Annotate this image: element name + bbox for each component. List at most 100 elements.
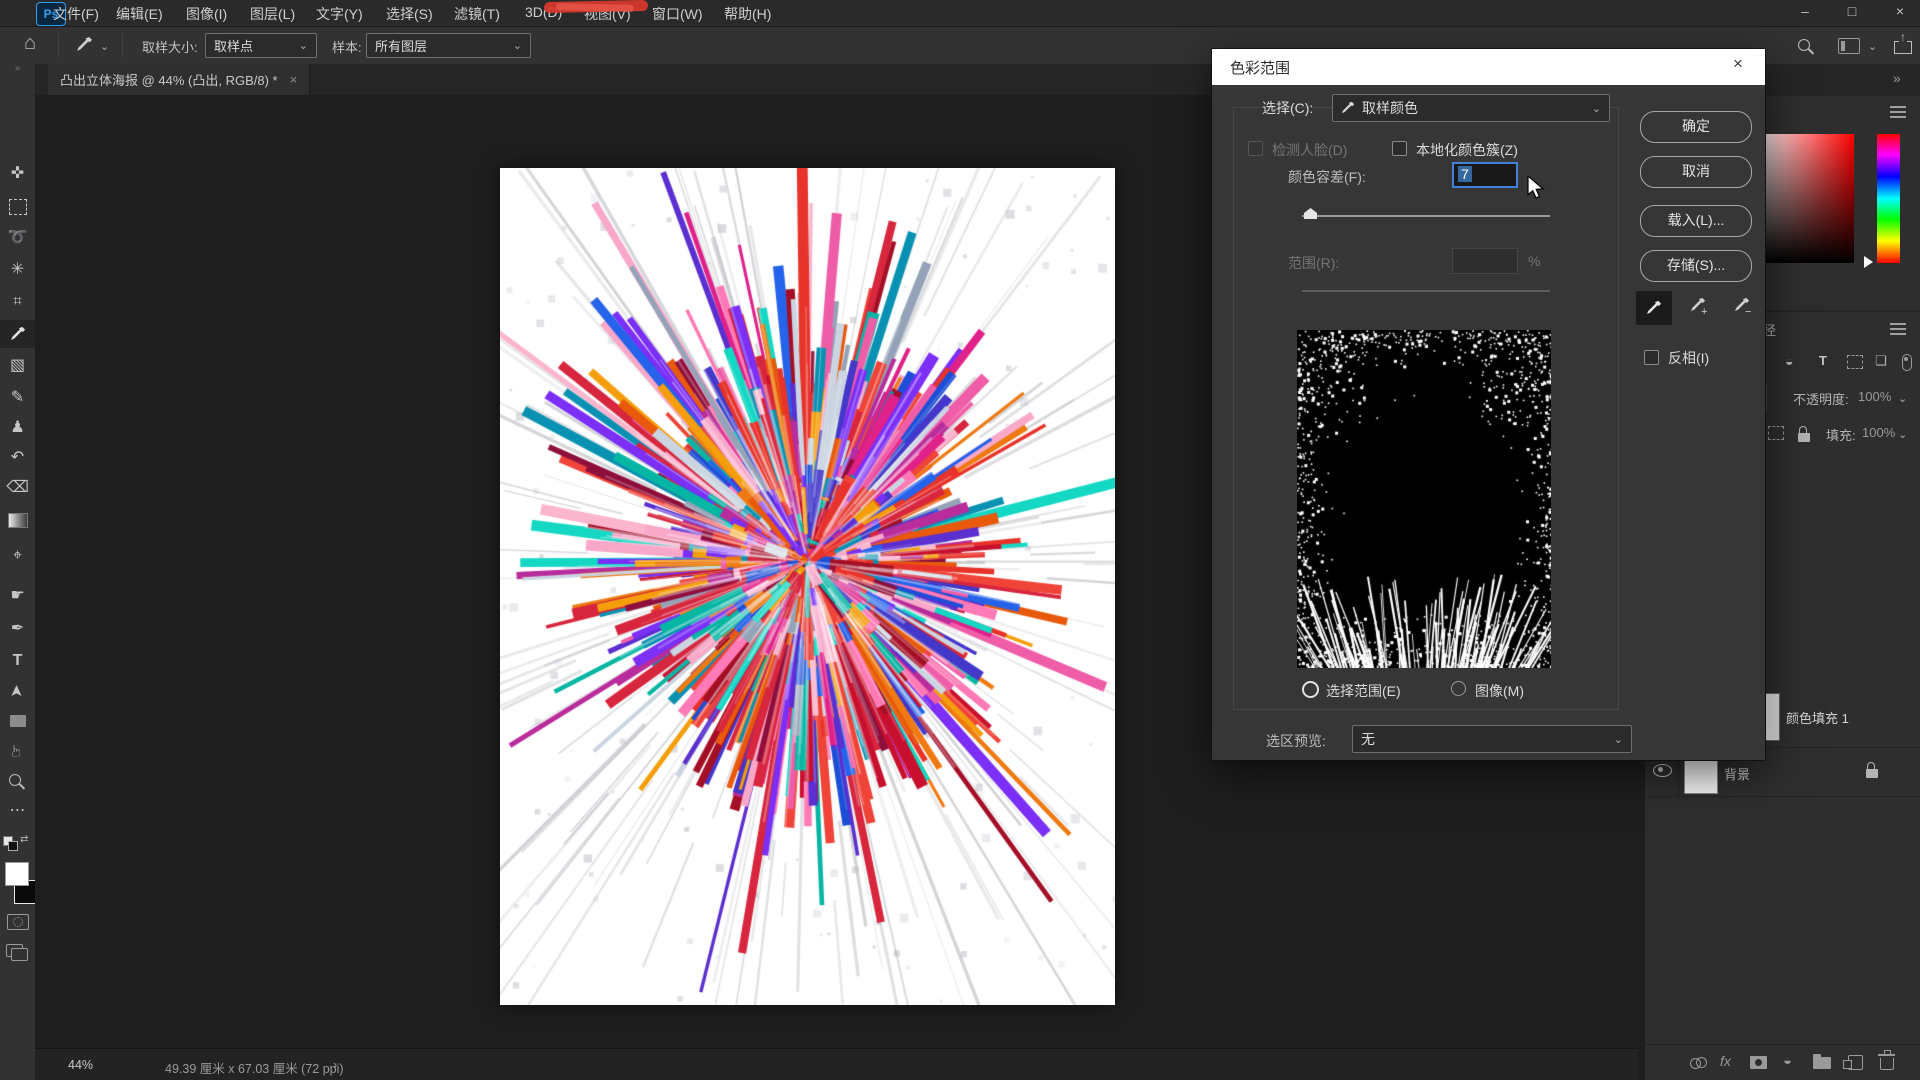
hue-slider[interactable] [1877,134,1900,263]
smudge-tool-icon[interactable]: ☛ [0,582,35,610]
menu-filter[interactable]: 滤镜(T) [454,4,500,24]
tab-close-icon[interactable]: × [290,72,298,87]
link-layers-icon[interactable] [1690,1058,1701,1069]
dodge-tool-icon[interactable]: ⌖ [0,542,35,570]
magic-wand-tool-icon[interactable]: ✳ [0,256,35,284]
fill-value[interactable]: 100% [1862,425,1895,440]
color-range-dialog: 色彩范围 × 选择(C): 取样颜色 ⌄ 检测人脸(D) 本地化颜色簇(Z) 颜… [1212,49,1765,760]
new-group-icon[interactable] [1813,1057,1831,1069]
menu-image[interactable]: 图像(I) [186,4,227,24]
radio-selection[interactable] [1302,681,1319,698]
shape-tool-icon[interactable] [0,707,35,735]
path-select-tool-icon[interactable]: ➤ [4,674,32,709]
healing-brush-tool-icon[interactable]: ▧ [0,352,35,380]
ellipsis-tools-icon[interactable]: ⋯ [0,797,35,825]
window-maximize-button[interactable]: □ [1842,3,1862,19]
history-brush-tool-icon[interactable]: ↶ [0,444,35,472]
separator [58,33,59,57]
save-button[interactable]: 存储(S)... [1640,250,1752,282]
menu-type[interactable]: 文字(Y) [316,4,363,24]
lock-transparent-icon[interactable] [1768,426,1784,440]
localized-clusters-checkbox[interactable] [1392,141,1407,156]
adjustment-layer-icon[interactable]: ◒ [1783,1052,1792,1069]
foreground-color-swatch[interactable] [5,862,29,886]
layer-name-background[interactable]: 背景 [1724,764,1750,783]
window-minimize-button[interactable]: – [1795,3,1815,19]
dialog-title-bar[interactable]: 色彩范围 × [1212,49,1765,85]
brush-tool-icon[interactable]: ✎ [0,384,35,412]
select-dropdown[interactable]: 取样颜色 ⌄ [1332,94,1610,122]
screen-mode-icon[interactable] [6,944,23,957]
chevron-down-icon[interactable]: ⌄ [1898,392,1907,405]
ok-button[interactable]: 确定 [1640,111,1752,143]
selection-preview-dropdown[interactable]: 无 ⌄ [1352,725,1632,753]
menu-edit[interactable]: 编辑(E) [116,4,163,24]
cancel-button[interactable]: 取消 [1640,156,1752,188]
add-mask-icon[interactable] [1750,1056,1767,1069]
menu-select[interactable]: 选择(S) [386,4,433,24]
fuzziness-slider-track[interactable] [1302,215,1550,217]
layer-visibility-eye-icon[interactable] [1653,764,1672,777]
fuzziness-input[interactable]: 7 [1452,162,1518,188]
lasso-tool-icon[interactable]: ➰ [0,224,35,252]
quick-mask-icon[interactable] [7,914,29,930]
clone-stamp-tool-icon[interactable]: ♟ [0,414,35,442]
eyedropper-sample-selected[interactable] [1636,291,1672,325]
filter-toggle-icon[interactable] [1902,354,1912,371]
chevron-down-icon[interactable]: ⌄ [100,40,109,53]
color-saturation-square[interactable] [1758,134,1854,263]
share-icon[interactable] [1894,41,1912,54]
swap-colors-icon[interactable]: ⇄ [20,834,28,845]
panel-collapse-icon[interactable]: » [1893,70,1901,86]
eyedropper-subtract-icon[interactable]: − [1734,297,1750,316]
shape-filter-icon[interactable] [1847,355,1863,369]
eraser-tool-icon[interactable]: ⌫ [0,474,35,502]
menu-layer[interactable]: 图层(L) [250,4,295,24]
range-label: 范围(R): [1288,253,1339,273]
new-layer-icon[interactable] [1848,1055,1863,1070]
zoom-tool-icon[interactable] [0,767,35,795]
menu-help[interactable]: 帮助(H) [724,4,771,24]
window-close-button[interactable]: × [1890,3,1910,19]
hue-slider-pointer[interactable] [1864,256,1873,268]
invert-checkbox[interactable] [1644,350,1659,365]
type-filter-icon[interactable]: T [1819,353,1827,368]
pen-tool-icon[interactable]: ✒ [0,615,35,643]
type-tool-icon[interactable]: T [0,647,35,675]
dialog-close-icon[interactable]: × [1733,54,1743,74]
panel-menu-icon[interactable] [1890,323,1906,325]
gradient-tool-icon[interactable] [0,506,35,534]
fuzziness-value: 7 [1458,166,1472,182]
sample-size-dropdown[interactable]: 取样点 ⌄ [205,33,317,58]
smart-object-filter-icon[interactable]: ❏ [1875,353,1887,369]
poster-image[interactable] [500,168,1115,1005]
toolbar-collapse-icon[interactable]: » [0,62,35,76]
document-tab[interactable]: 凸出立体海报 @ 44% (凸出, RGB/8) * × [48,64,310,95]
opacity-value[interactable]: 100% [1858,389,1891,404]
layer-name-fill[interactable]: 颜色填充 1 [1786,708,1849,727]
delete-layer-icon[interactable] [1880,1058,1894,1070]
load-button[interactable]: 载入(L)... [1640,205,1752,237]
chevron-down-icon[interactable]: ⌄ [1868,40,1877,53]
zoom-level[interactable]: 44% [68,1058,93,1072]
eyedropper-tool-selected[interactable] [0,320,35,348]
workspace-icon[interactable] [1838,38,1860,54]
panel-menu-icon[interactable] [1890,106,1906,108]
status-chevron-icon[interactable]: › [333,1058,337,1072]
layer-effects-icon[interactable]: fx [1720,1053,1731,1069]
move-tool-icon[interactable]: ✜ [0,160,35,188]
chevron-down-icon[interactable]: ⌄ [1898,428,1907,441]
eyedropper-tool-icon[interactable] [76,36,93,56]
sample-dropdown[interactable]: 所有图层 ⌄ [366,33,531,58]
hand-tool-icon[interactable]: ☞ [4,734,32,769]
lock-all-icon[interactable] [1798,433,1810,442]
menu-window[interactable]: 窗口(W) [652,4,703,24]
eyedropper-add-icon[interactable]: + [1690,297,1706,316]
marquee-tool-icon[interactable] [0,192,35,220]
menu-file[interactable]: 文件(F) [53,4,99,24]
adjustment-filter-icon[interactable]: ◒ [1785,353,1793,369]
crop-tool-icon[interactable]: ⌗ [0,288,35,316]
search-icon[interactable] [1798,39,1810,51]
radio-image[interactable] [1451,681,1466,696]
home-icon[interactable]: ⌂ [24,32,36,55]
